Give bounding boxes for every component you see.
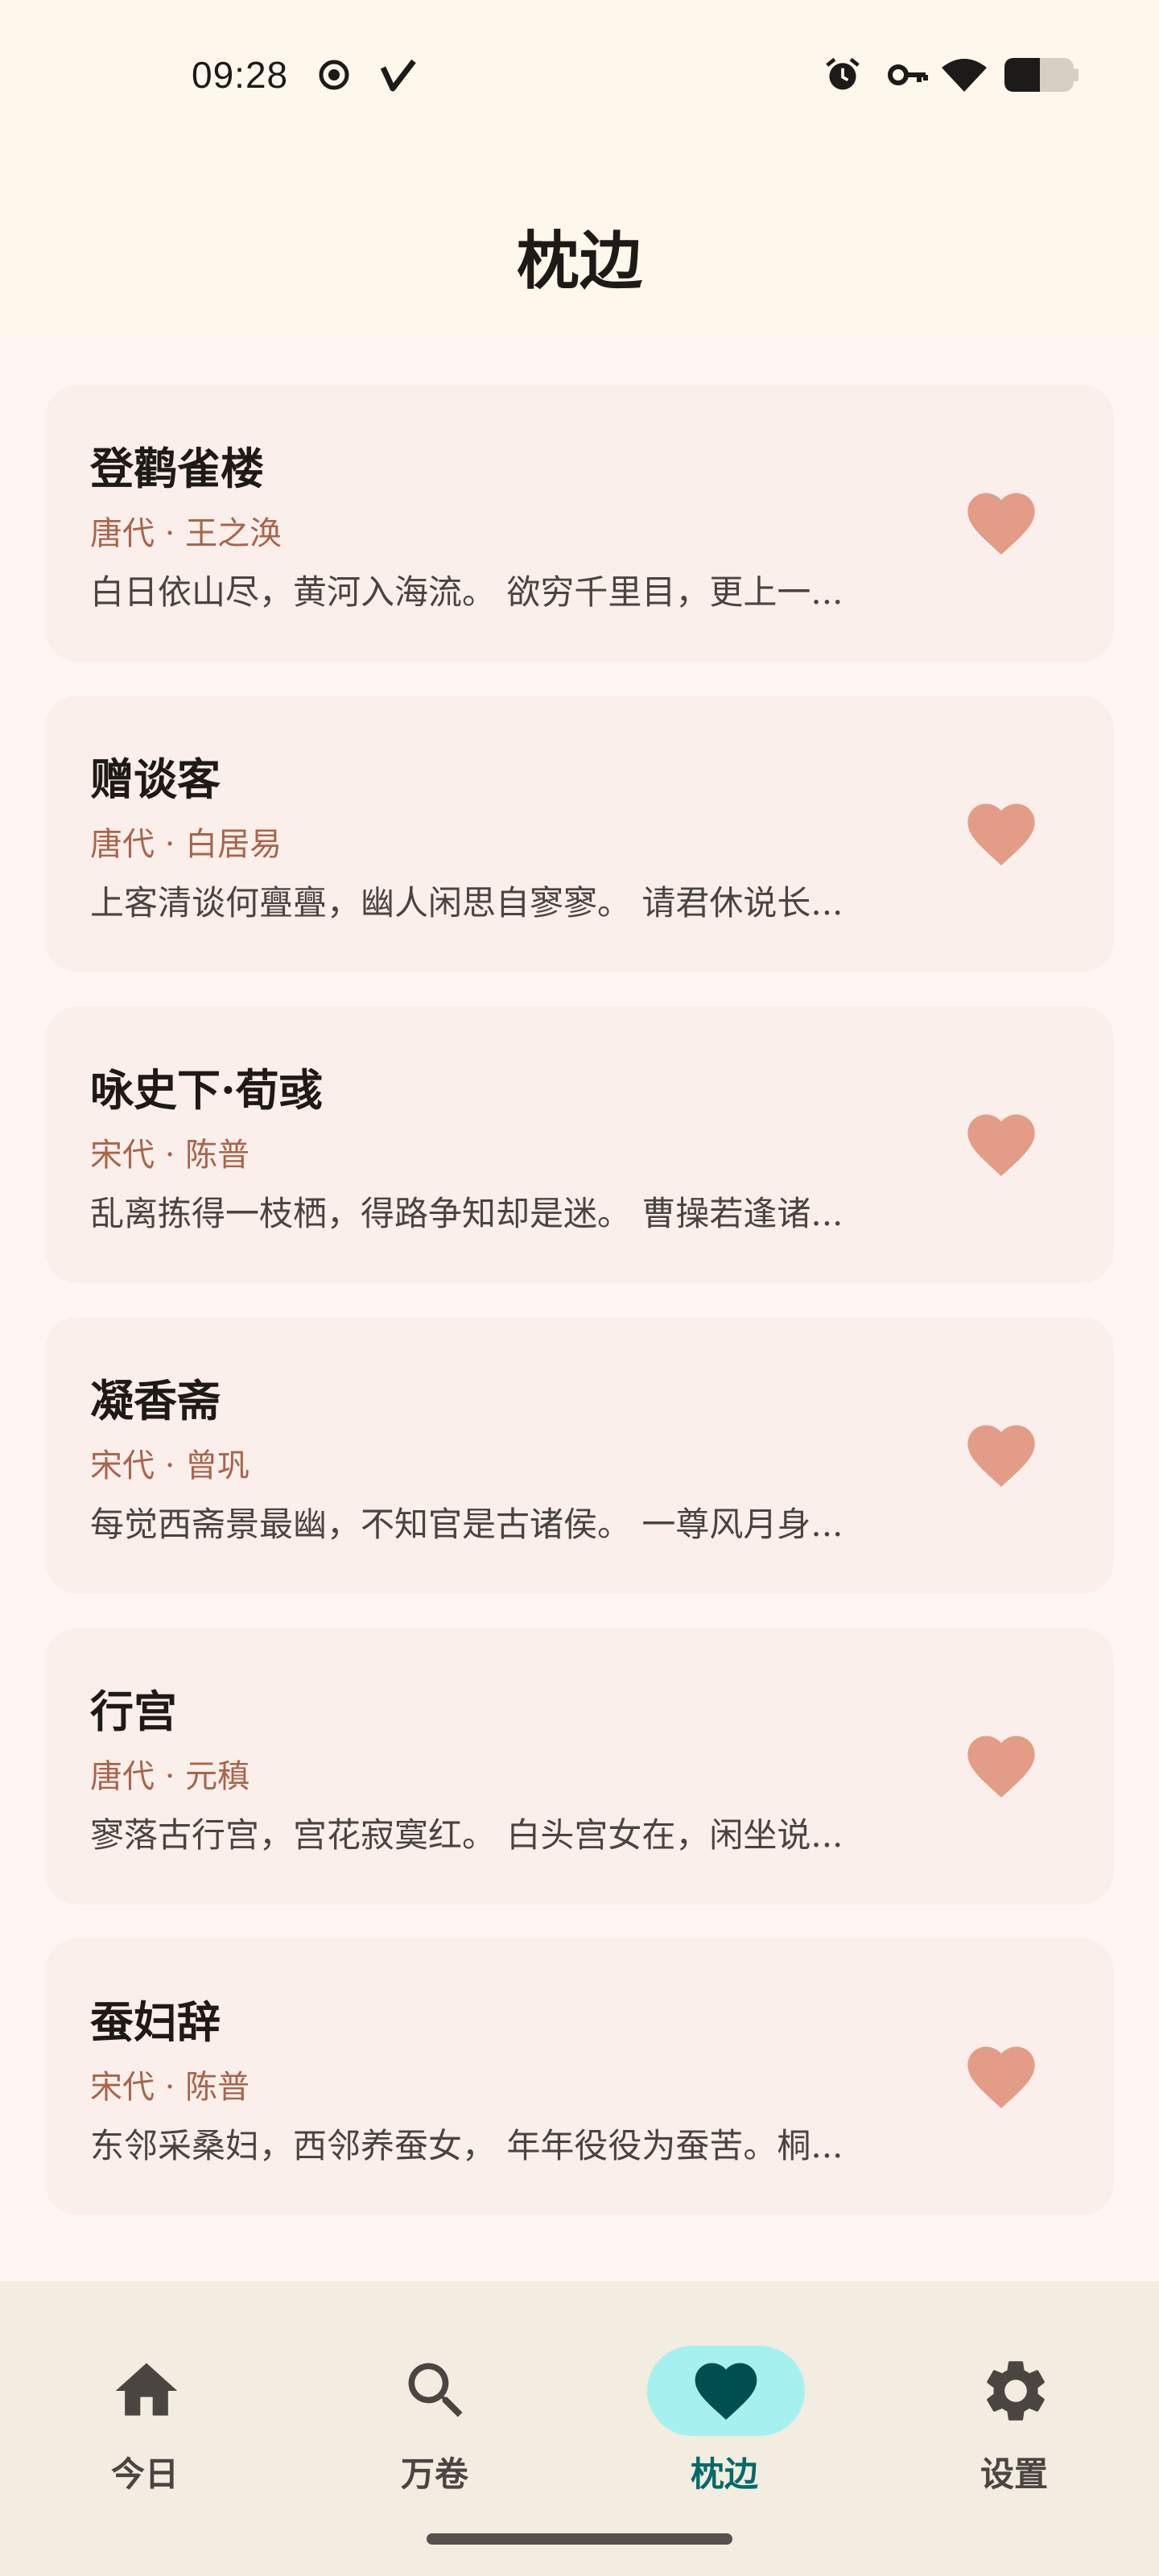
bottom-navigation: 今日 万卷 枕边 设置 bbox=[0, 2281, 1159, 2576]
nav-item-settings[interactable]: 设置 bbox=[869, 2314, 1159, 2493]
poem-title: 行宫 bbox=[90, 1686, 177, 1737]
poem-card[interactable]: 咏史下·荀彧 宋代 · 陈普 乱离拣得一枝栖，得路争知却是迷。 曹操若逢诸... bbox=[45, 1006, 1114, 1283]
search-icon bbox=[408, 2363, 463, 2417]
poem-excerpt: 寥落古行宫，宫花寂寞红。 白头宫女在，闲坐说... bbox=[90, 1815, 843, 1855]
poem-title: 凝香斋 bbox=[90, 1375, 221, 1426]
nav-item-today[interactable]: 今日 bbox=[0, 2314, 290, 2493]
record-icon bbox=[319, 60, 349, 90]
poem-title: 蚕妇辞 bbox=[90, 1996, 221, 2048]
heart-icon[interactable] bbox=[961, 794, 1041, 874]
poem-meta: 宋代 · 曾巩 bbox=[90, 1447, 250, 1484]
status-bar: 09:28 bbox=[0, 0, 1159, 161]
poem-card[interactable]: 蚕妇辞 宋代 · 陈普 东邻采桑妇，西邻养蚕女， 年年役役为蚕苦。桐... bbox=[45, 1938, 1114, 2215]
alarm-icon bbox=[826, 57, 860, 90]
poem-meta: 宋代 · 陈普 bbox=[90, 1137, 250, 1174]
heart-icon[interactable] bbox=[961, 1415, 1041, 1496]
poem-excerpt: 东邻采桑妇，西邻养蚕女， 年年役役为蚕苦。桐... bbox=[90, 2126, 843, 2165]
nav-label: 万卷 bbox=[400, 2455, 468, 2493]
poem-meta: 唐代 · 王之涣 bbox=[90, 515, 283, 552]
heart-icon[interactable] bbox=[961, 1104, 1041, 1185]
page-title: 枕边 bbox=[516, 225, 642, 298]
check-icon bbox=[380, 59, 416, 92]
poem-card[interactable]: 赠谈客 唐代 · 白居易 上客清谈何亹亹，幽人闲思自寥寥。 请君休说长... bbox=[45, 696, 1114, 972]
battery-icon bbox=[1004, 58, 1079, 92]
wifi-icon bbox=[942, 59, 987, 92]
nav-item-library[interactable]: 万卷 bbox=[290, 2314, 580, 2493]
poem-card[interactable]: 凝香斋 宋代 · 曾巩 每觉西斋景最幽，不知官是古诸侯。 一尊风月身... bbox=[45, 1317, 1114, 1594]
poem-excerpt: 白日依山尽，黄河入海流。 欲穷千里目，更上一... bbox=[90, 572, 843, 612]
heart-icon[interactable] bbox=[961, 2037, 1041, 2117]
status-time: 09:28 bbox=[192, 54, 289, 96]
nav-label: 枕边 bbox=[690, 2455, 758, 2493]
vpn-key-icon bbox=[888, 64, 928, 85]
home-indicator[interactable] bbox=[427, 2533, 732, 2545]
poem-excerpt: 上客清谈何亹亹，幽人闲思自寥寥。 请君休说长... bbox=[90, 883, 843, 923]
poem-meta: 唐代 · 白居易 bbox=[90, 826, 283, 863]
poem-card[interactable]: 登鹳雀楼 唐代 · 王之涣 白日依山尽，黄河入海流。 欲穷千里目，更上一... bbox=[45, 385, 1114, 662]
nav-item-favorites[interactable]: 枕边 bbox=[580, 2314, 869, 2493]
poem-title: 赠谈客 bbox=[90, 753, 221, 805]
poem-title: 登鹳雀楼 bbox=[90, 443, 264, 494]
nav-label: 设置 bbox=[980, 2455, 1048, 2493]
poem-title: 咏史下·荀彧 bbox=[90, 1064, 323, 1116]
poem-card[interactable]: 行宫 唐代 · 元稹 寥落古行宫，宫花寂寞红。 白头宫女在，闲坐说... bbox=[45, 1628, 1114, 1905]
gear-icon bbox=[987, 2361, 1045, 2421]
poem-excerpt: 乱离拣得一枝栖，得路争知却是迷。 曹操若逢诸... bbox=[90, 1194, 843, 1233]
heart-icon bbox=[695, 2363, 757, 2420]
poem-meta: 唐代 · 元稹 bbox=[90, 1758, 250, 1795]
poem-meta: 宋代 · 陈普 bbox=[90, 2069, 250, 2106]
home-icon bbox=[115, 2363, 178, 2416]
nav-label: 今日 bbox=[110, 2455, 179, 2493]
heart-icon[interactable] bbox=[961, 1726, 1041, 1806]
heart-icon[interactable] bbox=[961, 483, 1041, 564]
poem-excerpt: 每觉西斋景最幽，不知官是古诸侯。 一尊风月身... bbox=[90, 1505, 843, 1544]
